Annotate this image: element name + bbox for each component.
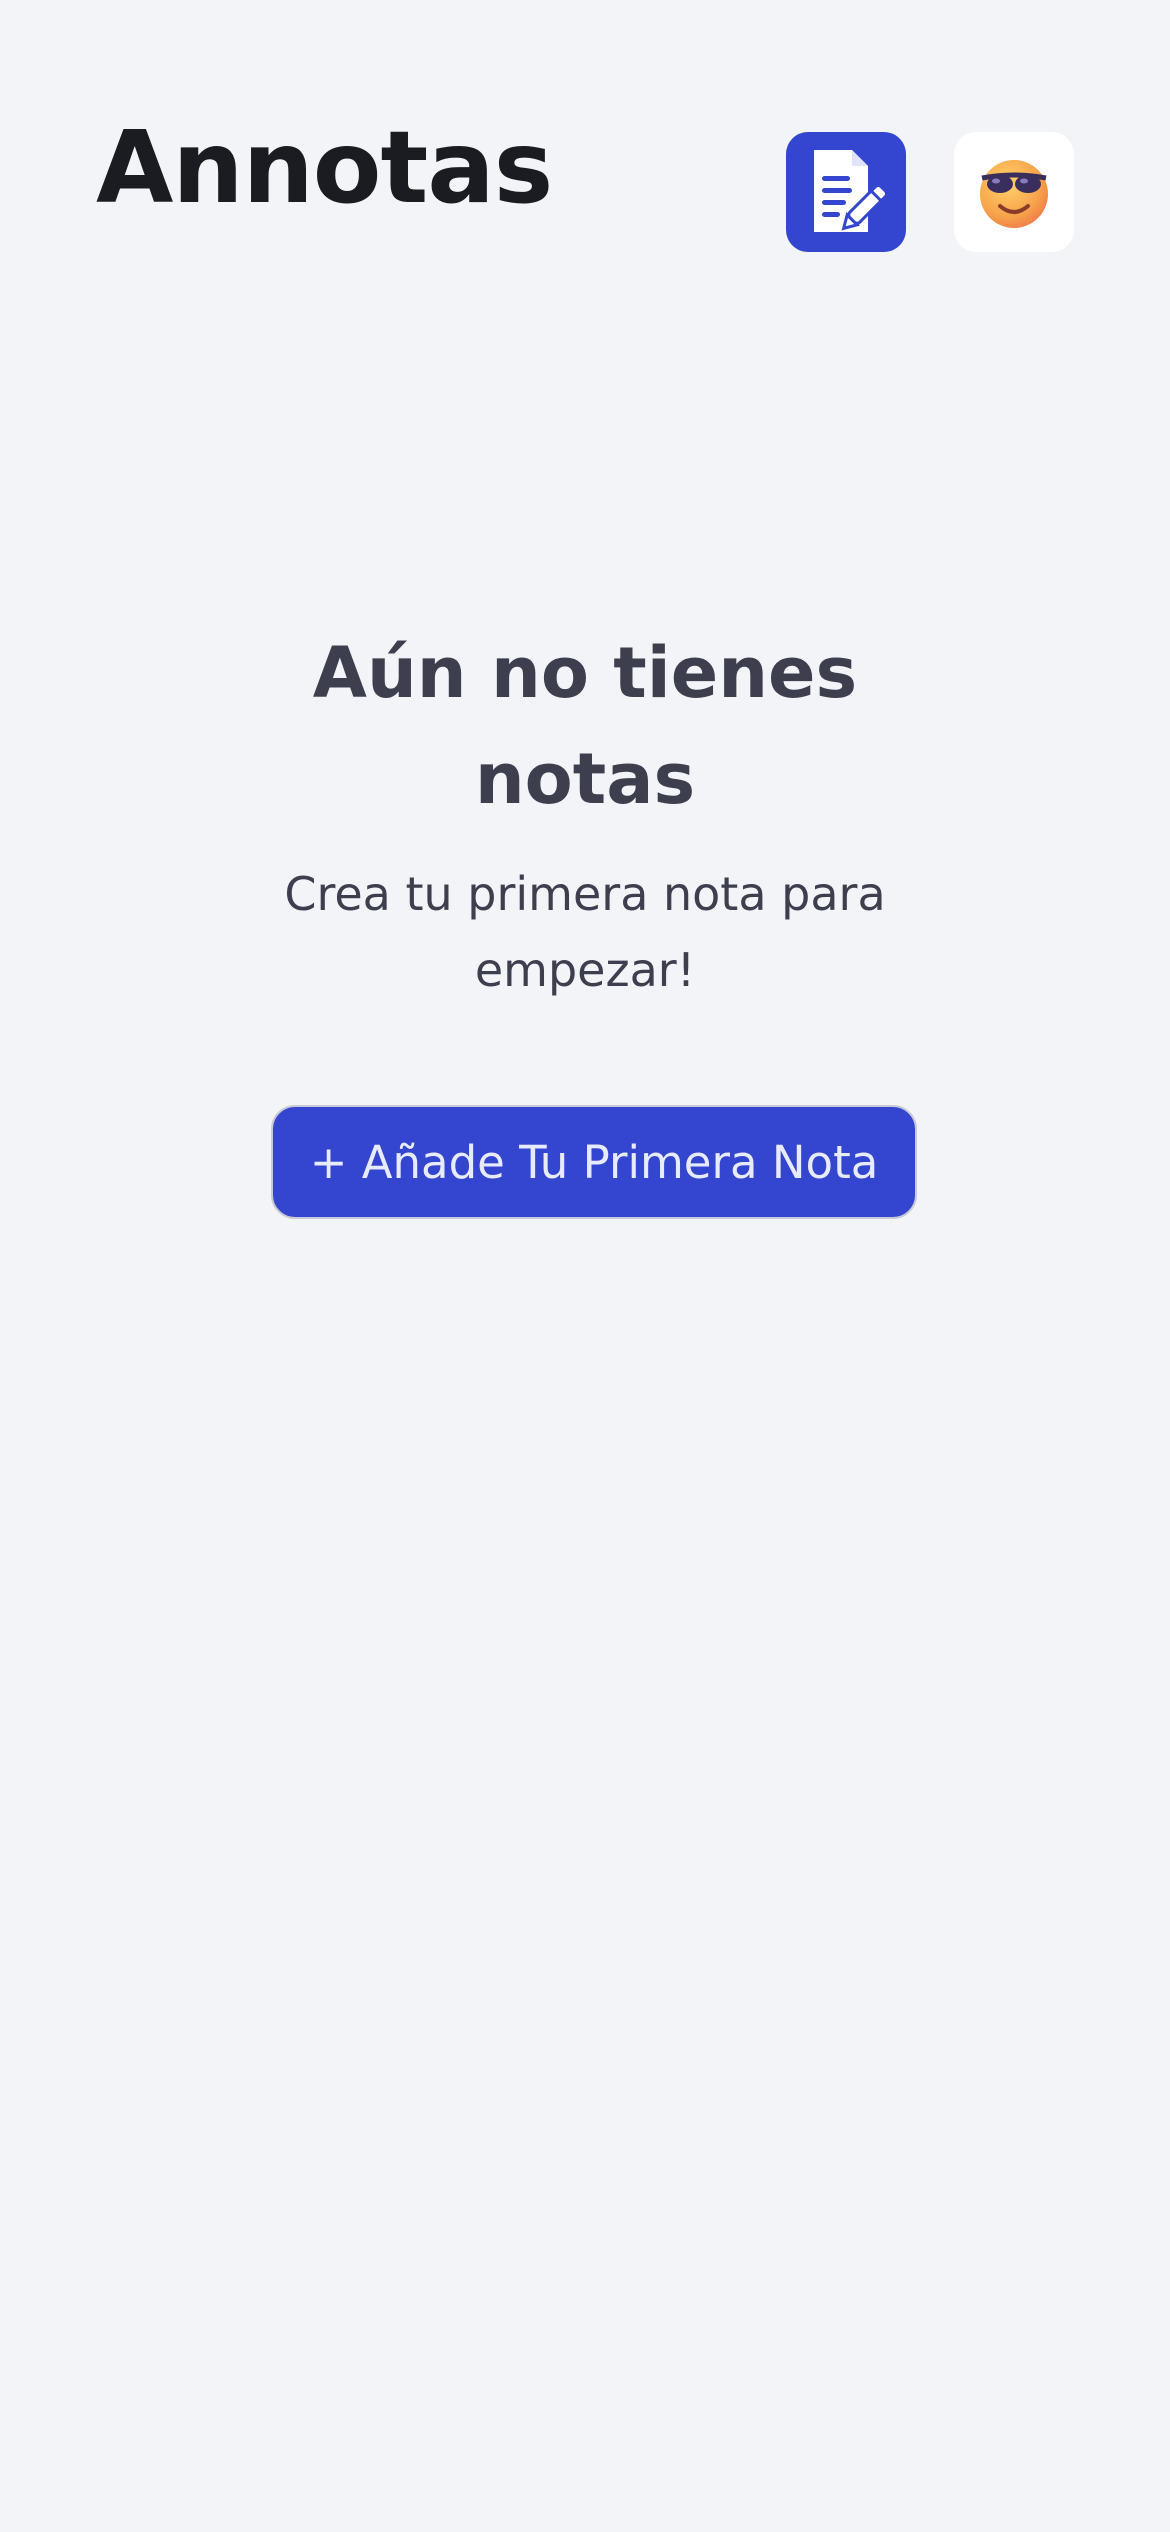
empty-state: Aún no tienes notas Crea tu primera nota… <box>0 620 1170 1008</box>
note-edit-icon <box>814 150 886 232</box>
add-first-note-button[interactable]: + Añade Tu Primera Nota <box>271 1105 917 1219</box>
notes-button[interactable] <box>786 132 906 252</box>
empty-state-title: Aún no tienes notas <box>312 632 858 820</box>
app-title: Annotas <box>96 109 553 226</box>
profile-button[interactable] <box>954 132 1074 252</box>
cool-face-emoji-icon <box>980 160 1048 228</box>
empty-state-subtitle: Crea tu primera nota para empezar! <box>284 867 886 997</box>
